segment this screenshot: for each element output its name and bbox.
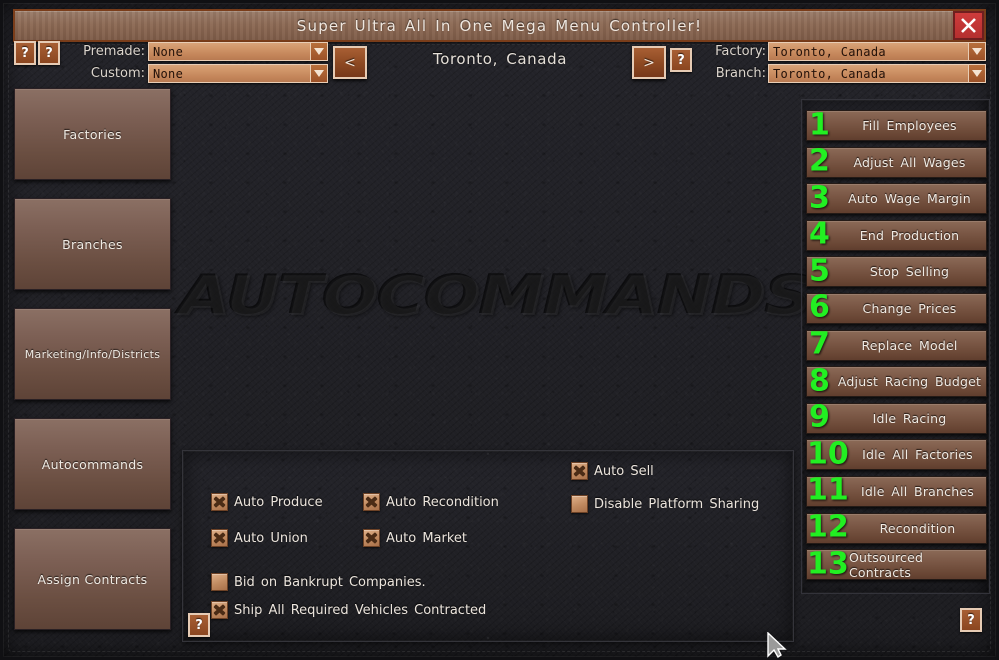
command-button-fill-employees[interactable]: 1 Fill Employees [806, 106, 987, 142]
command-button-end-production[interactable]: 4 End Production [806, 216, 987, 252]
command-label: Adjust Racing Budget [837, 374, 982, 390]
command-label: End Production [859, 227, 960, 243]
checkbox-auto-sell[interactable] [571, 462, 588, 480]
command-number: 1 [809, 106, 830, 142]
options-panel: Auto Produce Auto Union Auto Recondition… [182, 450, 794, 642]
command-button-adjust-all-wages[interactable]: 2 Adjust All Wages [806, 146, 987, 178]
checkbox-auto-union[interactable] [211, 529, 228, 547]
close-x-icon [961, 18, 976, 33]
checkbox-auto-recondition[interactable] [363, 493, 380, 511]
help-button-3[interactable]: ? [670, 48, 692, 72]
command-label: Idle All Branches [861, 483, 974, 499]
checkbox-label: Auto Union [234, 530, 308, 546]
help-button-corner[interactable]: ? [960, 608, 982, 632]
sidebar-item-label: Factories [63, 126, 122, 142]
command-button-auto-wage-margin[interactable]: 3 Auto Wage Margin [806, 183, 987, 215]
custom-label: Custom: [90, 66, 145, 81]
sidebar-item-branches[interactable]: Branches [14, 198, 171, 290]
command-button-idle-all-branches[interactable]: 11 Idle All Branches [806, 475, 987, 507]
command-number: 4 [809, 216, 830, 252]
command-label: Adjust All Wages [853, 154, 966, 170]
help-button-options-panel[interactable]: ? [188, 613, 210, 637]
command-label: Stop Selling [869, 264, 950, 280]
sidebar-item-label: Marketing/Info/Districts [24, 347, 161, 361]
chevron-down-icon [310, 65, 327, 82]
custom-dropdown[interactable]: None [148, 64, 328, 83]
checkbox-label: Bid on Bankrupt Companies. [234, 574, 426, 590]
checkbox-label: Auto Market [386, 530, 468, 546]
command-label: Idle All Factories [862, 447, 973, 463]
checkbox-disable-platform-sharing[interactable] [571, 495, 588, 513]
checkbox-row-auto-market[interactable]: Auto Market [363, 529, 467, 547]
command-number: 9 [809, 399, 830, 435]
command-label: Fill Employees [862, 118, 957, 133]
command-number: 5 [809, 253, 830, 289]
command-button-stop-selling[interactable]: 5 Stop Selling [806, 253, 987, 289]
branch-label: Branch: [715, 66, 766, 81]
premade-label: Premade: [83, 44, 145, 59]
sidebar-item-label: Branches [62, 236, 123, 252]
checkbox-row-auto-recondition[interactable]: Auto Recondition [363, 493, 499, 511]
chevron-down-icon [310, 43, 327, 60]
factory-dropdown[interactable]: Toronto, Canada [768, 42, 986, 61]
factory-label: Factory: [715, 44, 766, 59]
title-bar: Super Ultra All In One Mega Menu Control… [13, 9, 986, 42]
command-button-recondition[interactable]: 12 Recondition [806, 512, 987, 544]
checkbox-row-auto-union[interactable]: Auto Union [211, 529, 308, 547]
command-number: 6 [809, 289, 830, 325]
checkbox-row-disable-platform-sharing[interactable]: Disable Platform Sharing [571, 495, 759, 513]
premade-value: None [153, 44, 184, 59]
chevron-down-icon [968, 43, 985, 60]
custom-value: None [153, 66, 184, 81]
checkbox-auto-market[interactable] [363, 529, 380, 547]
checkbox-row-auto-produce[interactable]: Auto Produce [211, 493, 323, 511]
command-number: 7 [809, 326, 830, 362]
command-button-adjust-racing-budget[interactable]: 8 Adjust Racing Budget [806, 366, 987, 398]
prev-button[interactable]: < [333, 46, 367, 79]
sidebar-item-assign-contracts[interactable]: Assign Contracts [14, 528, 171, 630]
checkbox-row-auto-sell[interactable]: Auto Sell [571, 462, 654, 480]
command-label: Replace Model [861, 337, 958, 353]
sidebar-item-label: Autocommands [41, 456, 144, 472]
checkbox-row-bid-on-bankrupt-companies[interactable]: Bid on Bankrupt Companies. [211, 573, 426, 591]
app-window: Super Ultra All In One Mega Menu Control… [0, 0, 999, 660]
command-label: Auto Wage Margin [848, 191, 971, 207]
checkbox-auto-produce[interactable] [211, 493, 228, 511]
help-button-2[interactable]: ? [38, 41, 60, 65]
location-title: Toronto, Canada [433, 50, 567, 68]
sidebar-item-label: Assign Contracts [37, 571, 148, 587]
checkbox-label: Auto Sell [594, 463, 654, 479]
command-label: Outsourced Contracts [849, 549, 924, 580]
window-title: Super Ultra All In One Mega Menu Control… [296, 16, 703, 35]
branch-dropdown[interactable]: Toronto, Canada [768, 64, 986, 83]
sidebar-item-autocommands[interactable]: Autocommands [14, 418, 171, 510]
close-button[interactable] [953, 11, 984, 40]
sidebar: Factories Branches Marketing/Info/Distri… [14, 88, 171, 648]
command-button-outsourced-contracts[interactable]: 13 Outsourced Contracts [806, 549, 987, 581]
checkbox-bid-on-bankrupt-companies[interactable] [211, 573, 228, 591]
chevron-down-icon [968, 65, 985, 82]
branch-value: Toronto, Canada [773, 66, 886, 81]
commands-list: 1 Fill Employees 2 Adjust All Wages 3 Au… [806, 106, 987, 586]
command-label: Idle Racing [872, 410, 947, 426]
command-button-idle-all-factories[interactable]: 10 Idle All Factories [806, 439, 987, 471]
checkbox-label: Auto Produce [234, 494, 323, 510]
command-button-change-prices[interactable]: 6 Change Prices [806, 289, 987, 325]
command-label: Recondition [879, 520, 956, 536]
sidebar-item-factories[interactable]: Factories [14, 88, 171, 180]
premade-dropdown[interactable]: None [148, 42, 328, 61]
command-button-replace-model[interactable]: 7 Replace Model [806, 326, 987, 362]
next-button[interactable]: > [632, 46, 666, 79]
checkbox-ship-all-required-vehicles[interactable] [211, 601, 228, 619]
factory-value: Toronto, Canada [773, 44, 886, 59]
command-label: Change Prices [862, 300, 957, 316]
checkbox-row-ship-all-required-vehicles[interactable]: Ship All Required Vehicles Contracted [211, 601, 486, 619]
checkbox-label: Disable Platform Sharing [594, 496, 760, 512]
sidebar-item-marketing-info-districts[interactable]: Marketing/Info/Districts [14, 308, 171, 400]
command-button-idle-racing[interactable]: 9 Idle Racing [806, 399, 987, 435]
help-button-1[interactable]: ? [14, 41, 36, 65]
checkbox-label: Ship All Required Vehicles Contracted [234, 602, 487, 618]
checkbox-label: Auto Recondition [386, 494, 499, 510]
